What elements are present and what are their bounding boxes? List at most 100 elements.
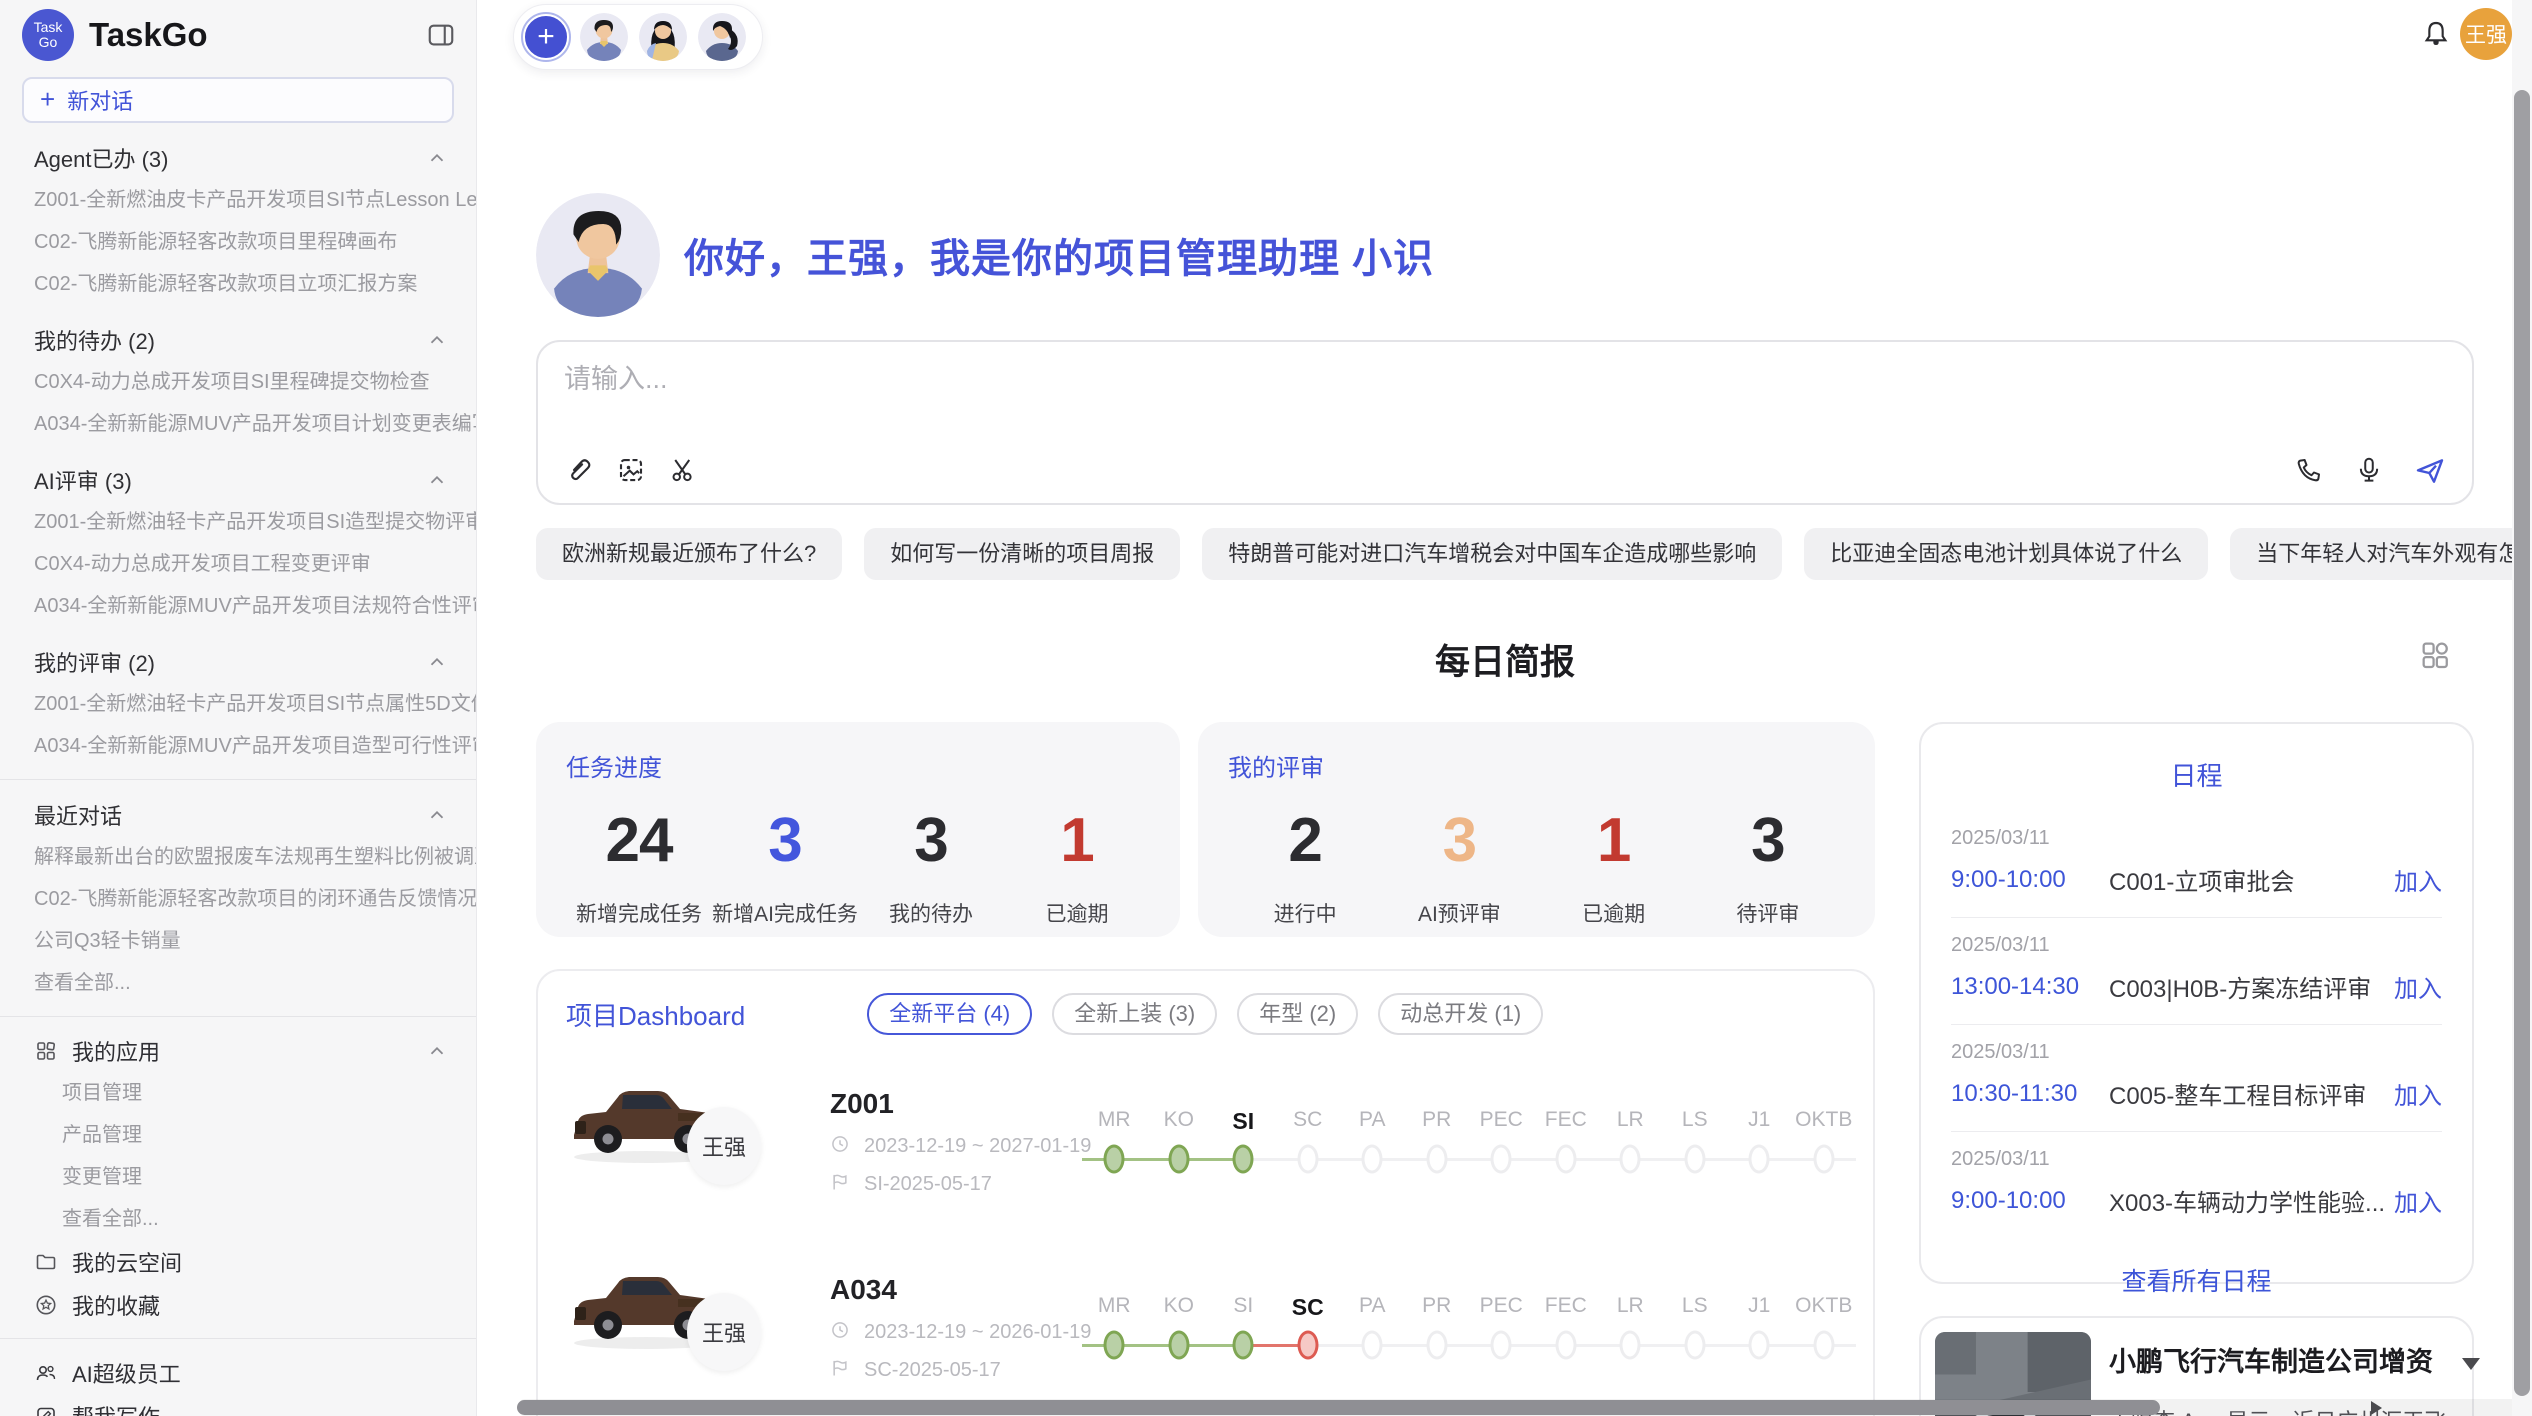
sidebar-tool-write[interactable]: 帮我写作 <box>0 1394 476 1416</box>
schedule-event-name: X003-车辆动力学性能验... <box>2109 1183 2394 1218</box>
suggestion-chip[interactable]: 欧洲新规最近颁布了什么? <box>536 528 842 580</box>
milestone-line <box>1792 1142 1857 1176</box>
microphone-icon[interactable] <box>2354 455 2384 485</box>
vertical-scrollbar-thumb[interactable] <box>2514 90 2530 1396</box>
briefing-card: 我的评审2进行中3AI预评审1已逾期3待评审 <box>1198 722 1875 937</box>
assistant-switcher: + <box>513 4 763 70</box>
sidebar-task-item[interactable]: C0X4-动力总成开发项目SI里程碑提交物检查 <box>0 361 476 403</box>
sidebar-task-item[interactable]: Z001-全新燃油皮卡产品开发项目SI节点Lesson Learn报告 <box>0 179 476 221</box>
milestone-dot <box>1168 1331 1189 1360</box>
milestone-label: FEC <box>1534 1294 1599 1328</box>
horizontal-scrollbar[interactable] <box>517 1399 2532 1416</box>
milestone-label: PA <box>1340 1294 1405 1328</box>
sidebar-task-item[interactable]: A034-全新新能源MUV产品开发项目法规符合性评审 <box>0 585 476 627</box>
sidebar-recent-item[interactable]: 解释最新出台的欧盟报废车法规再生塑料比例被调至15%... <box>0 836 476 878</box>
sidebar-recent-item[interactable]: 查看全部... <box>0 962 476 1004</box>
sidebar-task-item[interactable]: C02-飞腾新能源轻客改款项目立项汇报方案 <box>0 263 476 305</box>
image-upload-icon[interactable] <box>616 455 646 485</box>
sidebar-my-apps[interactable]: 我的应用 <box>0 1029 476 1072</box>
assistant-avatar-2[interactable] <box>639 13 687 61</box>
milestone-track: MRKOSISCPAPRPECFECLRLSJ1OKTB <box>1082 1108 1856 1176</box>
suggestion-chip[interactable]: 当下年轻人对汽车外观有怎样的喜好趋势 <box>2230 528 2532 580</box>
sidebar-section-header[interactable]: AI评审 (3) <box>0 459 476 501</box>
voice-call-icon[interactable] <box>2294 455 2324 485</box>
layout-grid-icon[interactable] <box>2418 638 2452 672</box>
sidebar-task-item[interactable]: Z001-全新燃油轻卡产品开发项目SI造型提交物评审 <box>0 501 476 543</box>
dashboard-filter-chip[interactable]: 动总开发 (1) <box>1378 993 1543 1035</box>
sidebar-link-star[interactable]: 我的收藏 <box>0 1283 476 1326</box>
milestone-label: LS <box>1663 1294 1728 1328</box>
suggestion-chip[interactable]: 比亚迪全固态电池计划具体说了什么 <box>1804 528 2208 580</box>
assistant-avatar-1[interactable] <box>580 13 628 61</box>
sidebar-tool-people[interactable]: AI超级员工 <box>0 1351 476 1394</box>
sidebar-section-header[interactable]: 我的待办 (2) <box>0 319 476 361</box>
user-avatar[interactable]: 王强 <box>2460 8 2512 60</box>
milestone-dot <box>1555 1145 1576 1174</box>
schedule-row: 13:00-14:30C003|H0B-方案冻结评审加入 <box>1951 969 2442 1004</box>
sidebar-task-item[interactable]: Z001-全新燃油轻卡产品开发项目SI节点属性5D文件评审 <box>0 683 476 725</box>
schedule-join-link[interactable]: 加入 <box>2394 862 2442 897</box>
scissors-icon[interactable] <box>668 455 698 485</box>
assistant-avatar-3[interactable] <box>698 13 746 61</box>
milestone-node: SI <box>1211 1108 1276 1176</box>
milestone-line <box>1276 1328 1341 1362</box>
project-row[interactable]: 王强A0342023-12-19 ~ 2026-01-19SC-2025-05-… <box>566 1249 1845 1407</box>
milestone-line <box>1663 1328 1728 1362</box>
schedule-date: 2025/03/11 <box>1951 1148 2442 1171</box>
schedule-time: 10:30-11:30 <box>1951 1080 2109 1108</box>
sidebar-task-item[interactable]: C0X4-动力总成开发项目工程变更评审 <box>0 543 476 585</box>
project-row[interactable]: 王强Z0012023-12-19 ~ 2027-01-19SI-2025-05-… <box>566 1063 1845 1221</box>
scroll-down-arrow[interactable] <box>2462 1358 2480 1370</box>
new-chat-button[interactable]: + 新对话 <box>22 77 454 123</box>
sidebar-section-header[interactable]: Agent已办 (3) <box>0 137 476 179</box>
vertical-scrollbar[interactable] <box>2512 0 2532 1416</box>
sidebar-section-header[interactable]: 我的评审 (2) <box>0 641 476 683</box>
milestone-line <box>1211 1142 1276 1176</box>
sidebar-app-item[interactable]: 查看全部... <box>0 1198 476 1240</box>
notifications-bell-icon[interactable] <box>2420 18 2452 52</box>
suggestion-chip[interactable]: 如何写一份清晰的项目周报 <box>864 528 1180 580</box>
suggestion-chip[interactable]: 特朗普可能对进口汽车增税会对中国车企造成哪些影响 <box>1202 528 1782 580</box>
people-icon <box>34 1361 58 1385</box>
clock-icon <box>830 1134 854 1158</box>
sidebar-recent-header[interactable]: 最近对话 <box>0 794 476 836</box>
horizontal-scrollbar-thumb[interactable] <box>517 1400 2160 1415</box>
sidebar-task-item[interactable]: C02-飞腾新能源轻客改款项目里程碑画布 <box>0 221 476 263</box>
sidebar-app-item[interactable]: 项目管理 <box>0 1072 476 1114</box>
schedule-join-link[interactable]: 加入 <box>2394 969 2442 1004</box>
sidebar-recent-item[interactable]: C02-飞腾新能源轻客改款项目的闭环通告反馈情况 <box>0 878 476 920</box>
schedule-join-link[interactable]: 加入 <box>2394 1183 2442 1218</box>
sidebar-task-item[interactable]: A034-全新新能源MUV产品开发项目计划变更表编写 <box>0 403 476 445</box>
project-code: A034 <box>830 1274 1078 1306</box>
schedule-date: 2025/03/11 <box>1951 934 2442 957</box>
milestone-node: SC <box>1276 1294 1341 1362</box>
sidebar-task-item[interactable]: A034-全新新能源MUV产品开发项目造型可行性评审 <box>0 725 476 767</box>
input-toolbar-right <box>2294 455 2444 485</box>
collapse-sidebar-icon[interactable] <box>426 20 456 50</box>
attachment-icon[interactable] <box>564 455 594 485</box>
stat-name: 已逾期 <box>1537 898 1691 928</box>
sidebar-link-folder[interactable]: 我的云空间 <box>0 1240 476 1283</box>
app-logo: Task Go <box>22 9 74 61</box>
sidebar-link-label: 我的收藏 <box>72 1289 448 1321</box>
add-assistant-button[interactable]: + <box>523 14 569 60</box>
scroll-right-arrow[interactable] <box>2371 1401 2382 1415</box>
view-all-schedule-link[interactable]: 查看所有日程 <box>1951 1262 2442 1298</box>
milestone-node: LS <box>1663 1108 1728 1176</box>
dashboard-filter-chip[interactable]: 全新上装 (3) <box>1052 993 1217 1035</box>
schedule-join-link[interactable]: 加入 <box>2394 1076 2442 1111</box>
send-icon[interactable] <box>2414 455 2444 485</box>
sidebar-recent-item[interactable]: 公司Q3轻卡销量 <box>0 920 476 962</box>
dashboard-filter-chip[interactable]: 全新平台 (4) <box>867 993 1032 1035</box>
milestone-dot <box>1362 1145 1383 1174</box>
dashboard-filter-chip[interactable]: 年型 (2) <box>1237 993 1358 1035</box>
chat-input[interactable] <box>564 364 2064 395</box>
project-milestone-date: SC-2025-05-17 <box>830 1358 1078 1382</box>
milestone-label: PA <box>1340 1108 1405 1142</box>
project-dashboard-card: 项目Dashboard 全新平台 (4)全新上装 (3)年型 (2)动总开发 (… <box>536 969 1875 1416</box>
sidebar-section-title: Agent已办 (3) <box>34 142 426 174</box>
app-title: TaskGo <box>89 16 411 54</box>
sidebar-app-item[interactable]: 产品管理 <box>0 1114 476 1156</box>
project-milestone-text: SC-2025-05-17 <box>864 1359 1001 1382</box>
sidebar-app-item[interactable]: 变更管理 <box>0 1156 476 1198</box>
